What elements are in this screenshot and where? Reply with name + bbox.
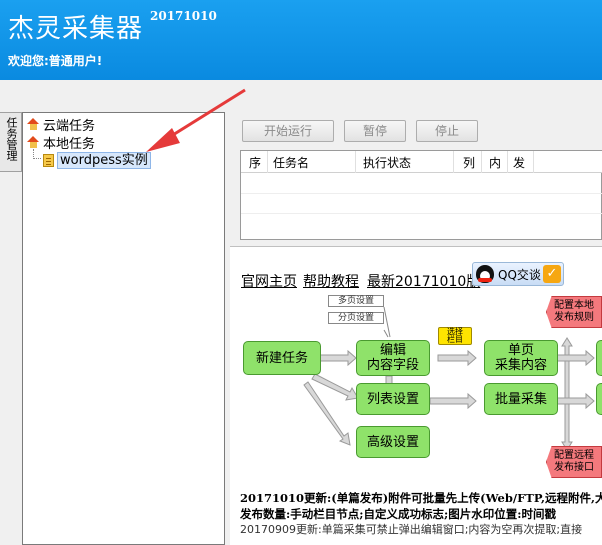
- help-link[interactable]: 帮助教程: [303, 271, 359, 291]
- column-separator: [507, 151, 508, 173]
- node-offscreen-1: [596, 340, 602, 376]
- node-config-remote: 配置远程 发布接口: [546, 446, 602, 478]
- task-tree[interactable]: 云端任务 本地任务 wordpess实例: [22, 112, 225, 545]
- tree-item-label: 云端任务: [43, 118, 96, 134]
- qq-chat-label: QQ交谈: [498, 267, 541, 282]
- node-select-column: 选择 栏目: [438, 327, 472, 345]
- task-table[interactable]: 序 任务名 执行状态 列 内 发: [240, 150, 602, 240]
- node-edit-fields: 编辑 内容字段: [356, 340, 430, 376]
- column-header-index[interactable]: 序: [249, 154, 261, 171]
- document-icon: [43, 153, 54, 167]
- tab-task-management[interactable]: 任务管理: [0, 112, 22, 172]
- latest-version-link[interactable]: 最新20171010版: [367, 271, 480, 291]
- house-icon: [27, 136, 40, 148]
- node-new-task: 新建任务: [243, 341, 321, 375]
- column-separator: [533, 151, 534, 173]
- column-header-publish[interactable]: 发: [513, 154, 525, 171]
- update-notes: 20171010更新:(单篇发布)附件可批量先上传(Web/FTP,远程附件,大…: [240, 490, 602, 538]
- update-note: 发布数量:手动栏目节点;自定义成功标志;图片水印位置:时间戳: [240, 507, 556, 521]
- tree-item-label: 本地任务: [43, 136, 96, 152]
- house-icon: [27, 118, 40, 130]
- tree-item-label: wordpess实例: [57, 151, 151, 169]
- node-advanced-settings: 高级设置: [356, 426, 430, 458]
- column-separator: [355, 151, 356, 173]
- start-button[interactable]: 开始运行: [242, 120, 334, 142]
- update-note: 20171010更新:(单篇发布)附件可批量先上传(Web/FTP,远程附件,大: [240, 491, 602, 505]
- node-batch-collect: 批量采集: [484, 383, 558, 415]
- node-multi-page: 多页设置: [328, 295, 384, 307]
- app-title: 杰灵采集器: [8, 14, 144, 44]
- welcome-message: 欢迎您:普通用户!: [8, 54, 103, 68]
- app-version: 20171010: [150, 9, 217, 23]
- task-table-header: 序 任务名 执行状态 列 内 发: [241, 151, 602, 173]
- qq-chat-button[interactable]: QQ交谈 ✓: [472, 262, 564, 286]
- pause-button[interactable]: 暂停: [344, 120, 406, 142]
- tree-item-wordpress-example[interactable]: wordpess实例: [43, 151, 151, 169]
- right-pane: 开始运行 暂停 停止 序 任务名 执行状态 列 内 发 官网主页 帮助教程 最新…: [230, 112, 602, 545]
- table-row: [241, 193, 602, 194]
- app-header: 杰灵采集器 20171010 欢迎您:普通用户!: [0, 0, 602, 80]
- stop-button[interactable]: 停止: [416, 120, 478, 142]
- column-separator: [481, 151, 482, 173]
- node-config-local: 配置本地 发布规则: [546, 296, 602, 328]
- column-header-list[interactable]: 列: [463, 154, 475, 171]
- column-separator: [453, 151, 454, 173]
- column-separator: [267, 151, 268, 173]
- column-header-task-name[interactable]: 任务名: [273, 154, 309, 171]
- node-single-page: 单页 采集内容: [484, 340, 558, 376]
- app-window: 杰灵采集器 20171010 欢迎您:普通用户! 任务管理 云端任务 本地任务 …: [0, 0, 602, 545]
- node-paging: 分页设置: [328, 312, 384, 324]
- tree-connector: [33, 149, 41, 159]
- node-list-settings: 列表设置: [356, 383, 430, 415]
- column-header-status[interactable]: 执行状态: [363, 154, 411, 171]
- info-panel: 官网主页 帮助教程 最新20171010版 QQ交谈 ✓ 新建任务 多页设置 分…: [230, 246, 602, 545]
- node-offscreen-2: [596, 383, 602, 415]
- table-row: [241, 213, 602, 214]
- update-note: 20170909更新:单篇采集可禁止弹出编辑窗口;内容为空再次提取;直接: [240, 523, 583, 536]
- qq-icon: [476, 265, 494, 283]
- column-header-content[interactable]: 内: [489, 154, 501, 171]
- checkmark-icon: ✓: [543, 265, 561, 283]
- tree-item-cloud-tasks[interactable]: 云端任务: [27, 115, 96, 134]
- home-link[interactable]: 官网主页: [241, 271, 297, 291]
- tab-task-management-label: 任务管理: [5, 117, 18, 161]
